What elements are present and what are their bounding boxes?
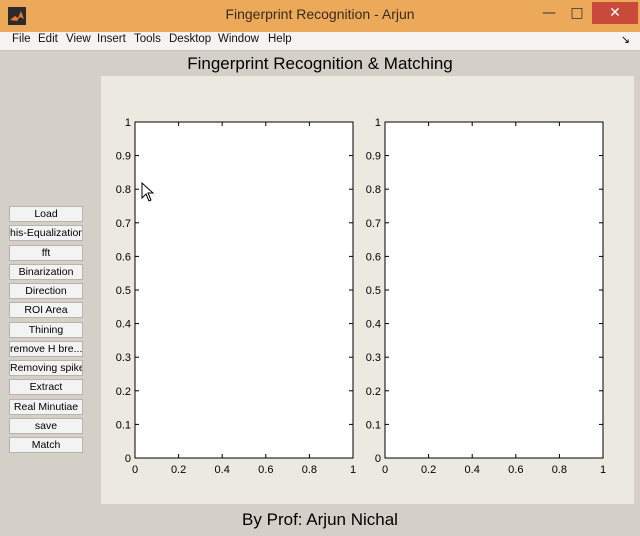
- y-tick-label: 0.7: [366, 218, 381, 230]
- y-tick-label: 1: [375, 117, 381, 129]
- author-footer: By Prof: Arjun Nichal: [242, 510, 398, 529]
- x-tick-label: 1: [350, 464, 356, 476]
- x-tick-label: 0.6: [508, 464, 523, 476]
- y-tick-label: 0: [375, 453, 381, 465]
- extract-button[interactable]: Extract: [9, 379, 83, 396]
- save-button[interactable]: save: [9, 417, 83, 434]
- plot-area: [384, 121, 604, 459]
- y-tick-label: 0.8: [366, 184, 381, 196]
- y-tick-label: 0.4: [366, 319, 381, 331]
- fft-button[interactable]: fft: [9, 244, 83, 261]
- binarization-button[interactable]: Binarization: [9, 263, 83, 280]
- y-tick-label: 0.3: [366, 352, 381, 364]
- y-tick-label: 0.8: [116, 184, 131, 196]
- x-tick-label: 0.2: [421, 464, 436, 476]
- axes-canvas: 0 0.2 0.4 0.6 0.8 1 0 0.1 0.2 0.3 0.4 0.5 0.6 0.7 0.8 0…: [116, 117, 606, 476]
- x-tick-label: 0.2: [171, 464, 186, 476]
- x-tick-label: 0: [132, 464, 138, 476]
- x-tick-label: 0.6: [258, 464, 273, 476]
- y-tick-label: 0.2: [366, 386, 381, 398]
- y-tick-label: 0.5: [116, 285, 131, 297]
- his-equalization-button[interactable]: his-Equalization: [9, 225, 83, 242]
- removing-spike-button[interactable]: Removing spike: [9, 360, 83, 376]
- remove-h-break-button[interactable]: remove H bre...: [9, 340, 83, 357]
- y-tick-label: 0.1: [116, 419, 131, 431]
- y-tick-label: 0.3: [116, 352, 131, 364]
- y-tick-label: 0.6: [366, 251, 381, 263]
- real-minutiae-button[interactable]: Real Minutiae: [9, 398, 83, 415]
- x-tick-label: 0.8: [552, 464, 567, 476]
- y-tick-label: 0.2: [116, 386, 131, 398]
- thining-button[interactable]: Thining: [9, 321, 83, 338]
- axes-2[interactable]: 0 0.2 0.4 0.6 0.8 1 0 0.1 0.2 0.3 0.4 0.5 0.6 0.7 0.8 0…: [366, 117, 606, 476]
- y-tick-label: 0.7: [116, 218, 131, 230]
- direction-button[interactable]: Direction: [9, 283, 83, 299]
- x-tick-label: 0.4: [465, 464, 480, 476]
- axes-1[interactable]: 0 0.2 0.4 0.6 0.8 1 0 0.1 0.2 0.3 0.4 0.5 0.6 0.7 0.8 0…: [116, 117, 356, 476]
- roi-area-button[interactable]: ROI Area: [9, 302, 83, 319]
- load-button[interactable]: Load: [9, 206, 83, 222]
- x-tick-label: 0.8: [302, 464, 317, 476]
- x-tick-label: 0: [382, 464, 388, 476]
- x-tick-label: 1: [600, 464, 606, 476]
- y-tick-label: 0.4: [116, 319, 131, 331]
- y-tick-label: 0: [125, 453, 131, 465]
- y-tick-label: 0.6: [116, 251, 131, 263]
- x-tick-label: 0.4: [215, 464, 230, 476]
- y-tick-label: 0.1: [366, 419, 381, 431]
- y-tick-label: 0.9: [366, 151, 381, 163]
- y-tick-label: 0.9: [116, 151, 131, 163]
- match-button[interactable]: Match: [9, 437, 83, 453]
- plot-area: [134, 121, 354, 459]
- mouse-cursor-icon: [141, 182, 155, 202]
- y-tick-label: 0.5: [366, 285, 381, 297]
- y-tick-label: 1: [125, 117, 131, 129]
